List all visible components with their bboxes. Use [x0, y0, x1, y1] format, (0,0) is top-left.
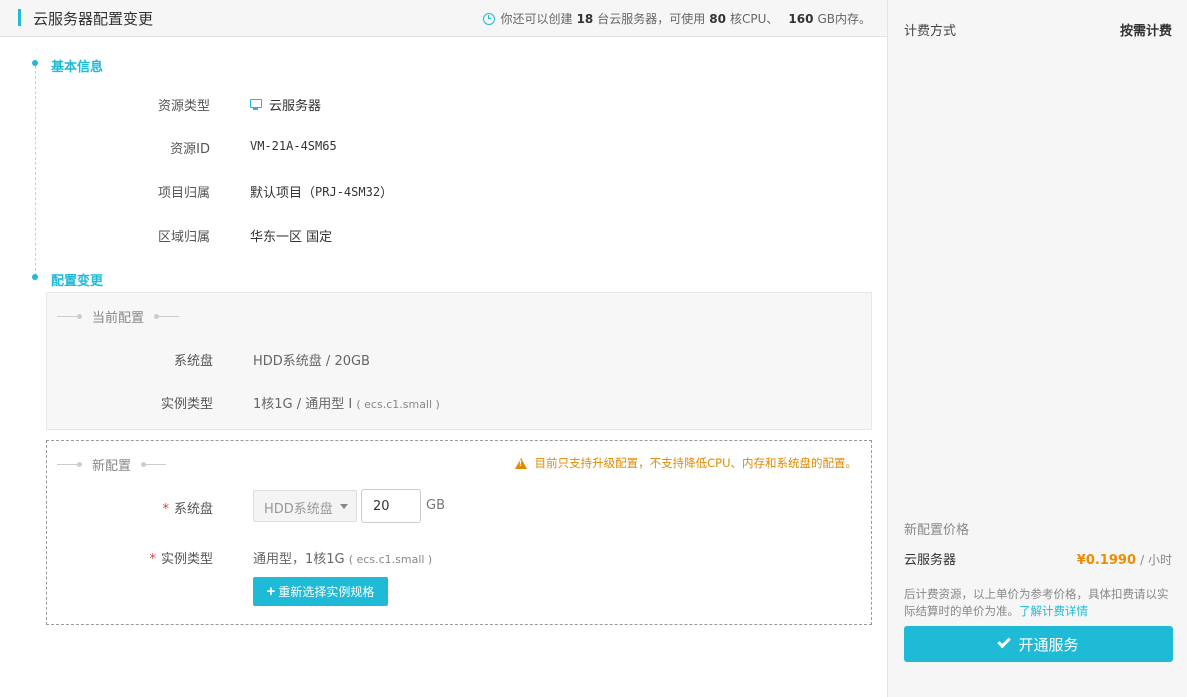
billing-value: 按需计费	[1119, 24, 1172, 39]
monitor-icon	[250, 99, 262, 110]
project-value: 默认项目（ PRJ-4SM32 ）	[250, 182, 394, 202]
price-item-label: 云服务器	[904, 553, 957, 568]
region-label: 区域归属	[157, 230, 210, 245]
quota-cpu-suffix: 核CPU、	[729, 12, 779, 26]
new-config-legend: 新配置	[57, 455, 167, 474]
disk-size-unit: GB	[426, 498, 445, 513]
current-instance-text: 1核1G / 通用型 I	[253, 397, 353, 412]
check-icon	[997, 634, 1012, 649]
disk-size-input[interactable]	[361, 489, 421, 523]
title-accent-bar	[18, 9, 21, 26]
current-instance-detail: ( ecs.c1.small )	[356, 398, 440, 411]
current-disk-label: 系统盘	[173, 354, 213, 369]
price-sidebar: 计费方式 按需计费 新配置价格 云服务器 ¥0.1990 / 小时 后计费资源，…	[887, 0, 1187, 697]
resource-type-value: 云服务器	[250, 95, 321, 114]
resource-type-text: 云服务器	[269, 99, 322, 114]
current-instance-label: 实例类型	[160, 397, 213, 412]
quota-prefix: 你还可以创建	[500, 12, 573, 26]
current-disk-value: HDD系统盘 / 20GB	[253, 354, 370, 369]
new-config-title: 新配置	[92, 459, 132, 474]
project-code: PRJ-4SM32	[315, 184, 381, 199]
billing-label: 计费方式	[904, 24, 957, 39]
current-config-box: 当前配置 系统盘 HDD系统盘 / 20GB 实例类型 1核1G / 通用型 I…	[46, 292, 872, 430]
new-disk-label-text: 系统盘	[173, 502, 213, 517]
new-instance-text: 通用型，1核1G	[253, 552, 345, 567]
current-config-legend: 当前配置	[57, 307, 180, 326]
new-instance-value: 通用型，1核1G ( ecs.c1.small )	[253, 548, 432, 567]
billing-note: 后计费资源，以上单价为参考价格，具体扣费请以实际结算时的单价为准。了解计费详情	[904, 586, 1174, 620]
price-unit: / 小时	[1140, 553, 1172, 567]
reselect-instance-button[interactable]: + 重新选择实例规格	[253, 577, 388, 606]
price-value: ¥0.1990 / 小时	[1077, 551, 1172, 568]
region-value: 华东一区 国定	[250, 230, 333, 245]
disk-type-value: HDD系统盘	[264, 502, 333, 517]
upgrade-warning: 目前只支持升级配置，不支持降低CPU、内存和系统盘的配置。	[514, 455, 857, 471]
timeline-line	[35, 66, 36, 276]
open-service-button[interactable]: 开通服务	[904, 626, 1173, 662]
reselect-label: 重新选择实例规格	[278, 585, 375, 599]
timeline-dot	[32, 274, 38, 280]
timeline-dot	[32, 60, 38, 66]
price-row: 云服务器 ¥0.1990 / 小时	[904, 549, 1172, 568]
warning-icon	[514, 457, 527, 469]
project-name: 默认项目（	[250, 186, 316, 201]
current-config-title: 当前配置	[92, 311, 145, 326]
section-basic-info: 基本信息	[51, 60, 104, 75]
open-service-label: 开通服务	[1018, 636, 1079, 654]
main-panel: 云服务器配置变更 你还可以创建 18 台云服务器，可使用 80 核CPU、 16…	[0, 0, 887, 697]
page-title: 云服务器配置变更	[33, 10, 154, 28]
quota-servers: 18	[576, 11, 594, 26]
required-mark: *	[149, 552, 156, 567]
current-instance-value: 1核1G / 通用型 I ( ecs.c1.small )	[253, 393, 440, 412]
chevron-down-icon	[340, 504, 348, 509]
billing-details-link[interactable]: 了解计费详情	[1019, 604, 1088, 618]
price-amount: ¥0.1990	[1076, 553, 1136, 568]
new-instance-label: * 实例类型	[93, 548, 213, 567]
price-title: 新配置价格	[904, 523, 970, 538]
quota-info: 你还可以创建 18 台云服务器，可使用 80 核CPU、 160 GB内存。	[482, 10, 871, 27]
new-disk-label: * 系统盘	[93, 498, 213, 517]
new-instance-detail: ( ecs.c1.small )	[348, 553, 433, 566]
quota-memory-suffix: GB内存。	[817, 12, 871, 26]
project-label: 项目归属	[157, 186, 210, 201]
clock-icon	[482, 12, 495, 25]
required-mark: *	[162, 502, 169, 517]
billing-row: 计费方式 按需计费	[904, 20, 1172, 39]
resource-id-label: 资源ID	[170, 142, 210, 157]
disk-type-select[interactable]: HDD系统盘	[253, 490, 357, 522]
resource-id-value: VM-21A-4SM65	[250, 139, 337, 153]
plus-icon: +	[266, 583, 276, 600]
resource-type-label: 资源类型	[157, 99, 210, 114]
project-close: ）	[380, 186, 394, 201]
quota-cpu: 80	[709, 11, 726, 26]
section-config-change: 配置变更	[51, 274, 104, 289]
page-header: 云服务器配置变更 你还可以创建 18 台云服务器，可使用 80 核CPU、 16…	[0, 0, 887, 37]
new-config-box: 新配置 目前只支持升级配置，不支持降低CPU、内存和系统盘的配置。 * 系统盘 H…	[46, 440, 872, 625]
warning-text: 目前只支持升级配置，不支持降低CPU、内存和系统盘的配置。	[534, 456, 857, 470]
quota-memory: 160	[788, 11, 814, 26]
new-instance-label-text: 实例类型	[160, 552, 213, 567]
quota-servers-suffix: 台云服务器，可使用	[597, 12, 706, 26]
